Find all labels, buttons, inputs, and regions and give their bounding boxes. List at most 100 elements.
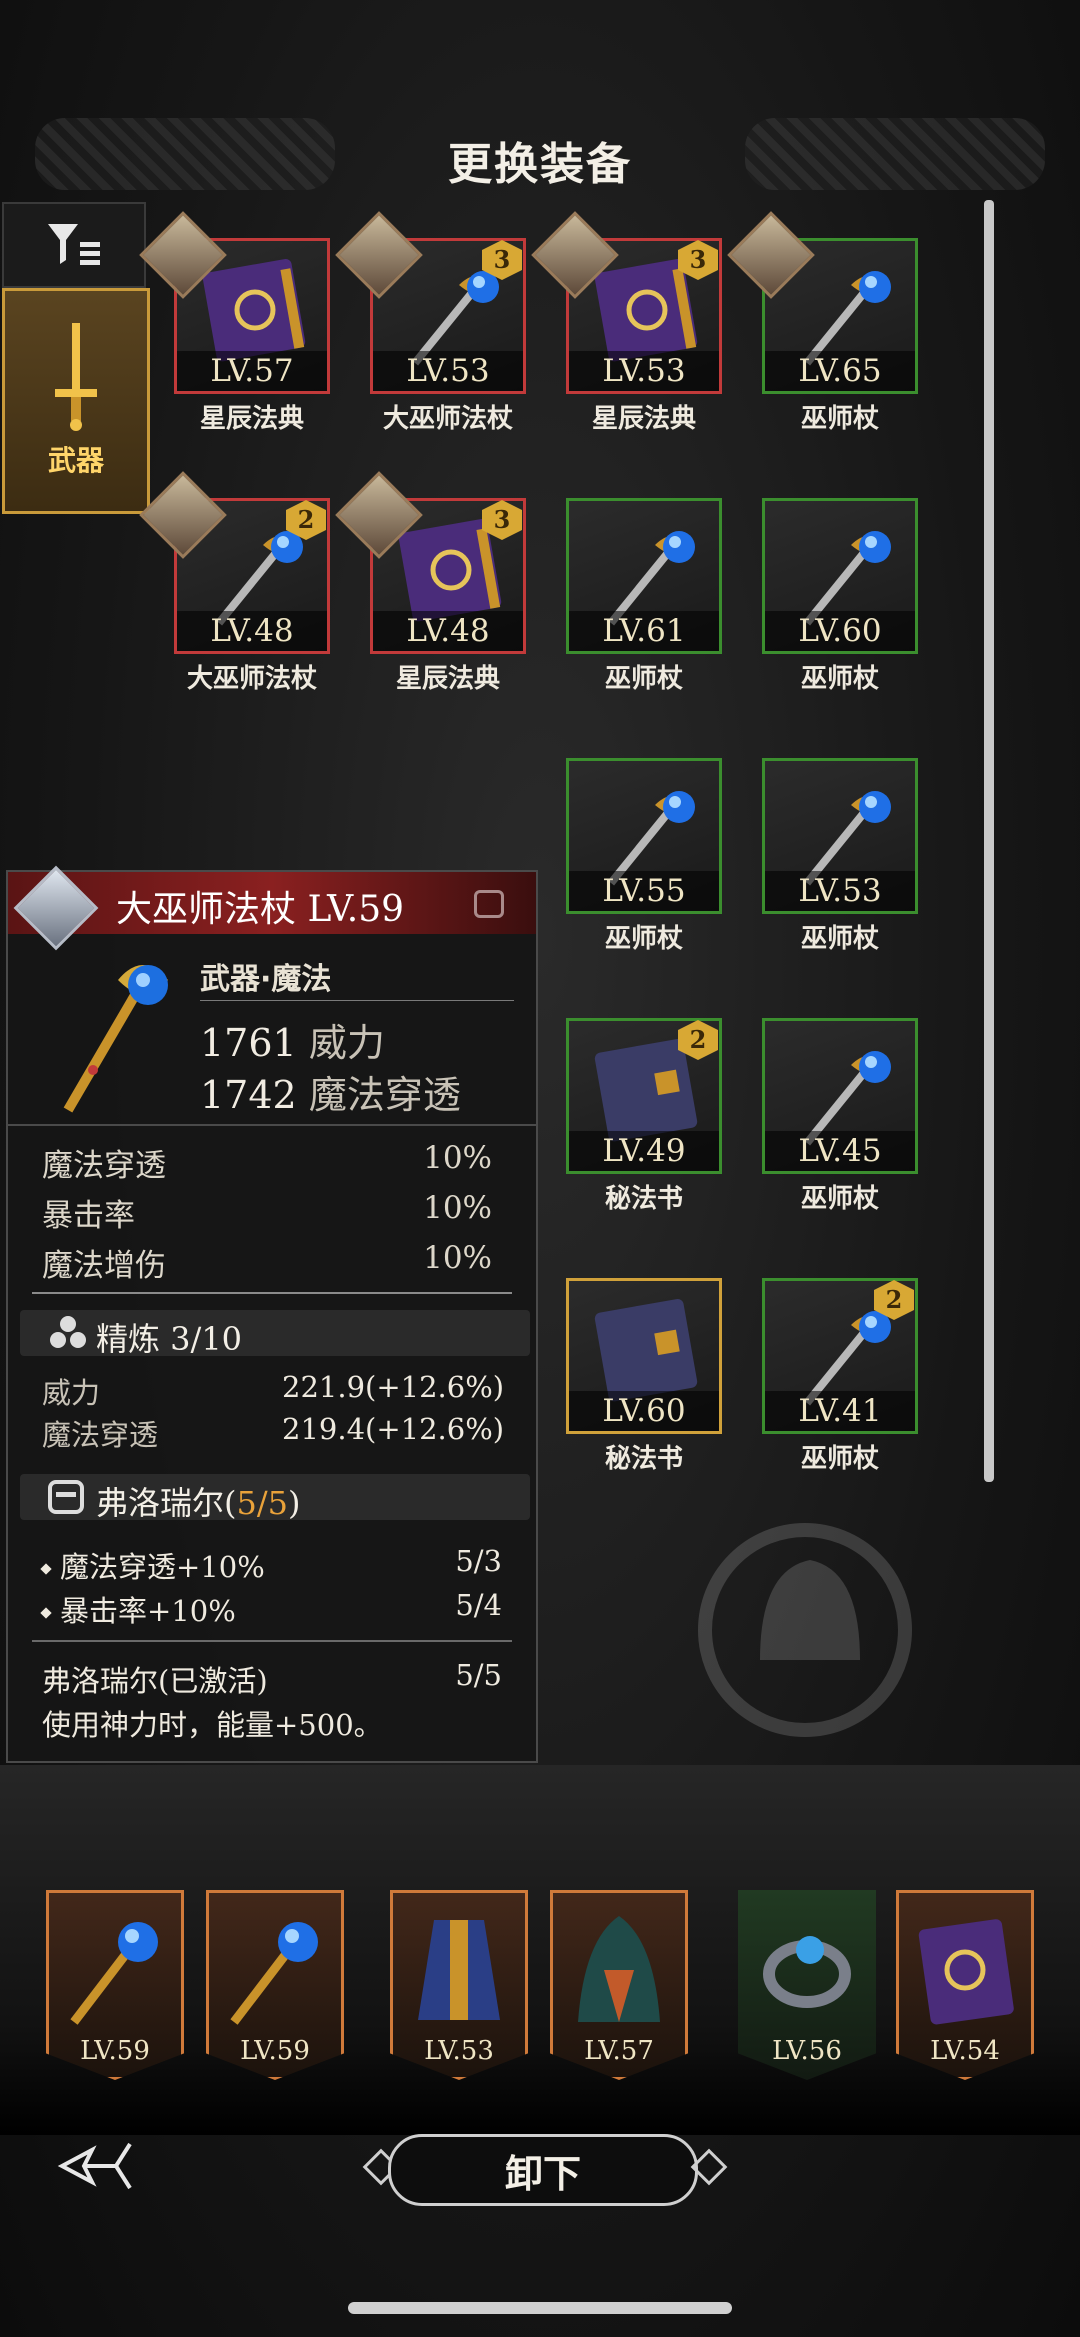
set-bonus-value: 5/3 <box>455 1544 502 1578</box>
sub-stat-label: 魔法穿透 <box>42 1148 166 1184</box>
item-name: 巫师杖 <box>800 924 879 954</box>
set-bonus-label: 暴击率+10% <box>60 1594 236 1628</box>
main-stat-value: 1742 <box>200 1073 297 1117</box>
refine-stat-row: 魔法穿透 219.4(+12.6%) <box>42 1412 505 1454</box>
main-stat-power: 1761 威力 <box>200 1012 385 1067</box>
item-type: 武器·魔法 <box>200 962 332 997</box>
set-bonus-row: 魔法穿透+10% 5/3 <box>40 1544 502 1586</box>
equipment-item[interactable]: LV.53 3 星辰法典 <box>531 211 762 438</box>
lock-icon[interactable] <box>474 890 504 918</box>
item-name: 秘法书 <box>604 1184 683 1214</box>
detail-title: 大巫师法杖 LV.59 <box>116 889 405 930</box>
equipped-slot[interactable]: LV.59 <box>206 1890 344 2080</box>
unequip-button[interactable]: 卸下 <box>388 2134 698 2206</box>
refine-bar: 精炼 3/10 <box>20 1310 530 1358</box>
item-name: 巫师杖 <box>604 664 683 694</box>
item-name: 巫师杖 <box>800 1184 879 1214</box>
page-title: 更换装备 <box>448 139 632 190</box>
item-level: LV.61 <box>569 611 719 651</box>
set-title: 弗洛瑞尔(5/5) <box>96 1484 301 1522</box>
item-slot[interactable]: LV.53 <box>762 758 918 914</box>
item-level: LV.60 <box>765 611 915 651</box>
set-active-row: 弗洛瑞尔(已激活) 5/5 <box>42 1658 502 1700</box>
scrollbar[interactable] <box>984 200 994 1482</box>
item-level: LV.45 <box>765 1131 915 1171</box>
filter-icon <box>48 224 100 265</box>
equipped-slot[interactable]: LV.56 <box>738 1890 876 2080</box>
sword-icon <box>55 323 97 431</box>
set-bar: 弗洛瑞尔(5/5) <box>20 1474 530 1522</box>
item-slot[interactable]: LV.61 <box>566 498 722 654</box>
item-name: 大巫师法杖 <box>186 664 317 694</box>
set-active-label: 弗洛瑞尔(已激活) <box>42 1664 268 1698</box>
item-level: LV.41 <box>765 1391 915 1431</box>
item-name: 巫师杖 <box>800 664 879 694</box>
equipment-item[interactable]: LV.41 2 巫师杖 <box>762 1278 958 1478</box>
home-indicator[interactable] <box>348 2302 732 2314</box>
item-slot[interactable]: LV.60 <box>566 1278 722 1434</box>
set-bonus-label: 魔法穿透+10% <box>60 1550 265 1584</box>
owner-avatar <box>13 865 99 951</box>
item-level: LV.53 <box>373 351 523 391</box>
item-level: LV.48 <box>373 611 523 651</box>
equipment-item[interactable]: LV.55 巫师杖 <box>566 758 762 958</box>
robe-icon <box>418 1920 500 2020</box>
item-level: LV.55 <box>569 871 719 911</box>
equipment-item[interactable]: LV.48 3 星辰法典 <box>335 471 566 698</box>
item-slot[interactable]: LV.55 <box>566 758 722 914</box>
item-name: 星辰法典 <box>395 664 500 694</box>
equipped-level: LV.54 <box>930 2036 1000 2066</box>
item-detail-panel: 大巫师法杖 LV.59 武器·魔法 1761 威力 1742 魔法穿透 魔法穿透… <box>6 865 538 1763</box>
equipped-level: LV.59 <box>80 2036 150 2066</box>
equipment-item[interactable]: LV.57 星辰法典 <box>139 211 370 438</box>
equipment-item[interactable]: LV.45 巫师杖 <box>762 1018 958 1218</box>
refine-stat-value: 219.4(+12.6%) <box>282 1412 505 1446</box>
item-slot[interactable]: LV.45 <box>762 1018 918 1174</box>
sub-stat-row: 魔法增伤 10% <box>42 1240 492 1285</box>
item-level: LV.65 <box>765 351 915 391</box>
staff-icon <box>70 1922 158 2025</box>
equipment-item[interactable]: LV.60 巫师杖 <box>762 498 958 698</box>
refine-stat-label: 威力 <box>42 1376 101 1410</box>
set-bonus-row: 暴击率+10% 5/4 <box>40 1588 502 1630</box>
equipped-level: LV.57 <box>584 2036 654 2066</box>
item-name: 巫师杖 <box>604 924 683 954</box>
filter-button[interactable] <box>2 202 146 288</box>
refine-stat-row: 威力 221.9(+12.6%) <box>42 1370 504 1412</box>
equipped-slot[interactable]: LV.53 <box>390 1890 528 2080</box>
refine-label: 精炼 3/10 <box>96 1320 243 1358</box>
equipment-item[interactable]: LV.61 巫师杖 <box>566 498 762 698</box>
equipped-slot[interactable]: LV.54 <box>896 1890 1034 2080</box>
knight-emblem-icon <box>698 1523 912 1737</box>
sub-stat-value: 10% <box>423 1140 492 1176</box>
main-stat-penetration: 1742 魔法穿透 <box>200 1064 461 1119</box>
set-active-value: 5/5 <box>455 1658 502 1692</box>
item-name: 秘法书 <box>604 1444 683 1474</box>
main-stat-value: 1761 <box>200 1021 297 1065</box>
set-bonus-value: 5/4 <box>455 1588 502 1622</box>
item-name: 巫师杖 <box>800 1444 879 1474</box>
refine-icon <box>50 1316 86 1348</box>
back-arrow-icon[interactable] <box>56 2136 136 2196</box>
set-description: 使用神力时，能量+500。 <box>42 1702 502 1744</box>
set-count: 5/5 <box>236 1484 289 1522</box>
tab-weapon-label: 武器 <box>47 444 104 477</box>
item-name: 大巫师法杖 <box>382 404 513 434</box>
equipment-item[interactable]: LV.53 巫师杖 <box>762 758 958 958</box>
equipment-item[interactable]: LV.48 2 大巫师法杖 <box>139 471 370 698</box>
equipped-slot[interactable]: LV.57 <box>550 1890 688 2080</box>
item-name: 巫师杖 <box>800 404 879 434</box>
item-level: LV.53 <box>569 351 719 391</box>
tab-weapon[interactable]: 武器 <box>2 288 150 514</box>
bullet-icon <box>40 1607 52 1619</box>
equipment-item[interactable]: LV.49 2 秘法书 <box>566 1018 762 1218</box>
sub-stat-label: 暴击率 <box>42 1198 135 1234</box>
divider <box>32 1640 512 1642</box>
equipment-item[interactable]: LV.60 秘法书 <box>566 1278 762 1478</box>
equipped-slot[interactable]: LV.59 <box>46 1890 184 2080</box>
tome-icon <box>594 1298 698 1402</box>
equipment-item[interactable]: LV.65 巫师杖 <box>727 211 958 438</box>
item-slot[interactable]: LV.60 <box>762 498 918 654</box>
item-name: 星辰法典 <box>199 404 304 434</box>
equipment-item[interactable]: LV.53 3 大巫师法杖 <box>335 211 566 438</box>
